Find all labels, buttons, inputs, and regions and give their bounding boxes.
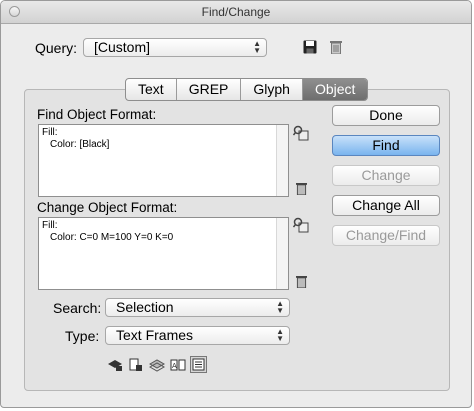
search-value: Selection [116,299,174,315]
include-hidden-layers-button[interactable] [148,356,165,373]
popup-arrows-icon: ▲ ▼ [276,299,284,315]
find-format-line1: Fill: [42,127,58,138]
popup-arrows-icon: ▲ ▼ [253,39,261,55]
include-master-pages-button[interactable]: A [169,356,186,373]
tab-object[interactable]: Object [302,79,368,100]
change-button[interactable]: Change [332,165,440,186]
locked-stories-icon [129,358,142,371]
change-format-scrollbar[interactable] [276,218,288,289]
include-locked-layers-button[interactable] [106,356,123,373]
type-select[interactable]: Text Frames ▲ ▼ [105,326,290,345]
change-format-box[interactable]: Fill: Color: C=0 M=100 Y=0 K=0 [38,217,289,290]
mode-tabs: Text GREP Glyph Object [125,78,369,101]
include-locked-stories-button[interactable] [127,356,144,373]
save-icon [303,40,317,54]
include-footnotes-button[interactable] [190,356,207,373]
trash-icon [295,182,307,195]
type-value: Text Frames [116,327,194,343]
change-all-button[interactable]: Change All [332,195,440,216]
clear-find-format-button[interactable] [293,180,309,196]
query-value: [Custom] [94,39,151,55]
title-bar: Find/Change [1,1,471,24]
popup-arrows-icon: ▲ ▼ [276,327,284,343]
find-format-scrollbar[interactable] [276,125,288,196]
search-label: Search: [53,300,102,316]
change-format-label: Change Object Format: [37,200,178,215]
find-button[interactable]: Find [332,135,440,156]
trash-icon [295,275,307,288]
delete-query-button[interactable] [329,39,343,55]
tab-text[interactable]: Text [126,79,177,100]
done-button[interactable]: Done [332,105,440,126]
query-select[interactable]: [Custom] ▲ ▼ [83,38,267,57]
search-options-bar: A [106,356,207,373]
window-title: Find/Change [201,5,271,19]
hidden-layers-icon [148,358,165,372]
clear-change-format-button[interactable] [293,273,309,289]
trash-icon [330,41,342,54]
footnotes-icon [192,358,205,371]
find-format-label: Find Object Format: [37,107,157,122]
find-change-window: Find/Change Query: [Custom] ▲ ▼ Text GREP… [0,0,472,408]
search-select[interactable]: Selection ▲ ▼ [105,298,290,317]
change-format-icon [293,217,309,233]
locked-layers-icon [107,359,122,371]
specify-find-format-button[interactable] [293,125,309,141]
tab-grep[interactable]: GREP [177,79,242,100]
change-find-button[interactable]: Change/Find [332,225,440,246]
query-label: Query: [35,40,78,56]
tab-glyph[interactable]: Glyph [241,79,303,100]
specify-change-format-button[interactable] [293,217,309,233]
change-format-line2: Color: C=0 M=100 Y=0 K=0 [50,232,174,243]
find-format-icon [293,125,309,141]
find-format-line2: Color: [Black] [50,139,110,150]
change-format-line1: Fill: [42,220,58,231]
find-format-box[interactable]: Fill: Color: [Black] [38,124,289,197]
save-query-button[interactable] [302,39,318,55]
master-pages-icon: A [170,359,185,370]
type-label: Type: [65,328,100,344]
svg-text:A: A [172,363,177,370]
